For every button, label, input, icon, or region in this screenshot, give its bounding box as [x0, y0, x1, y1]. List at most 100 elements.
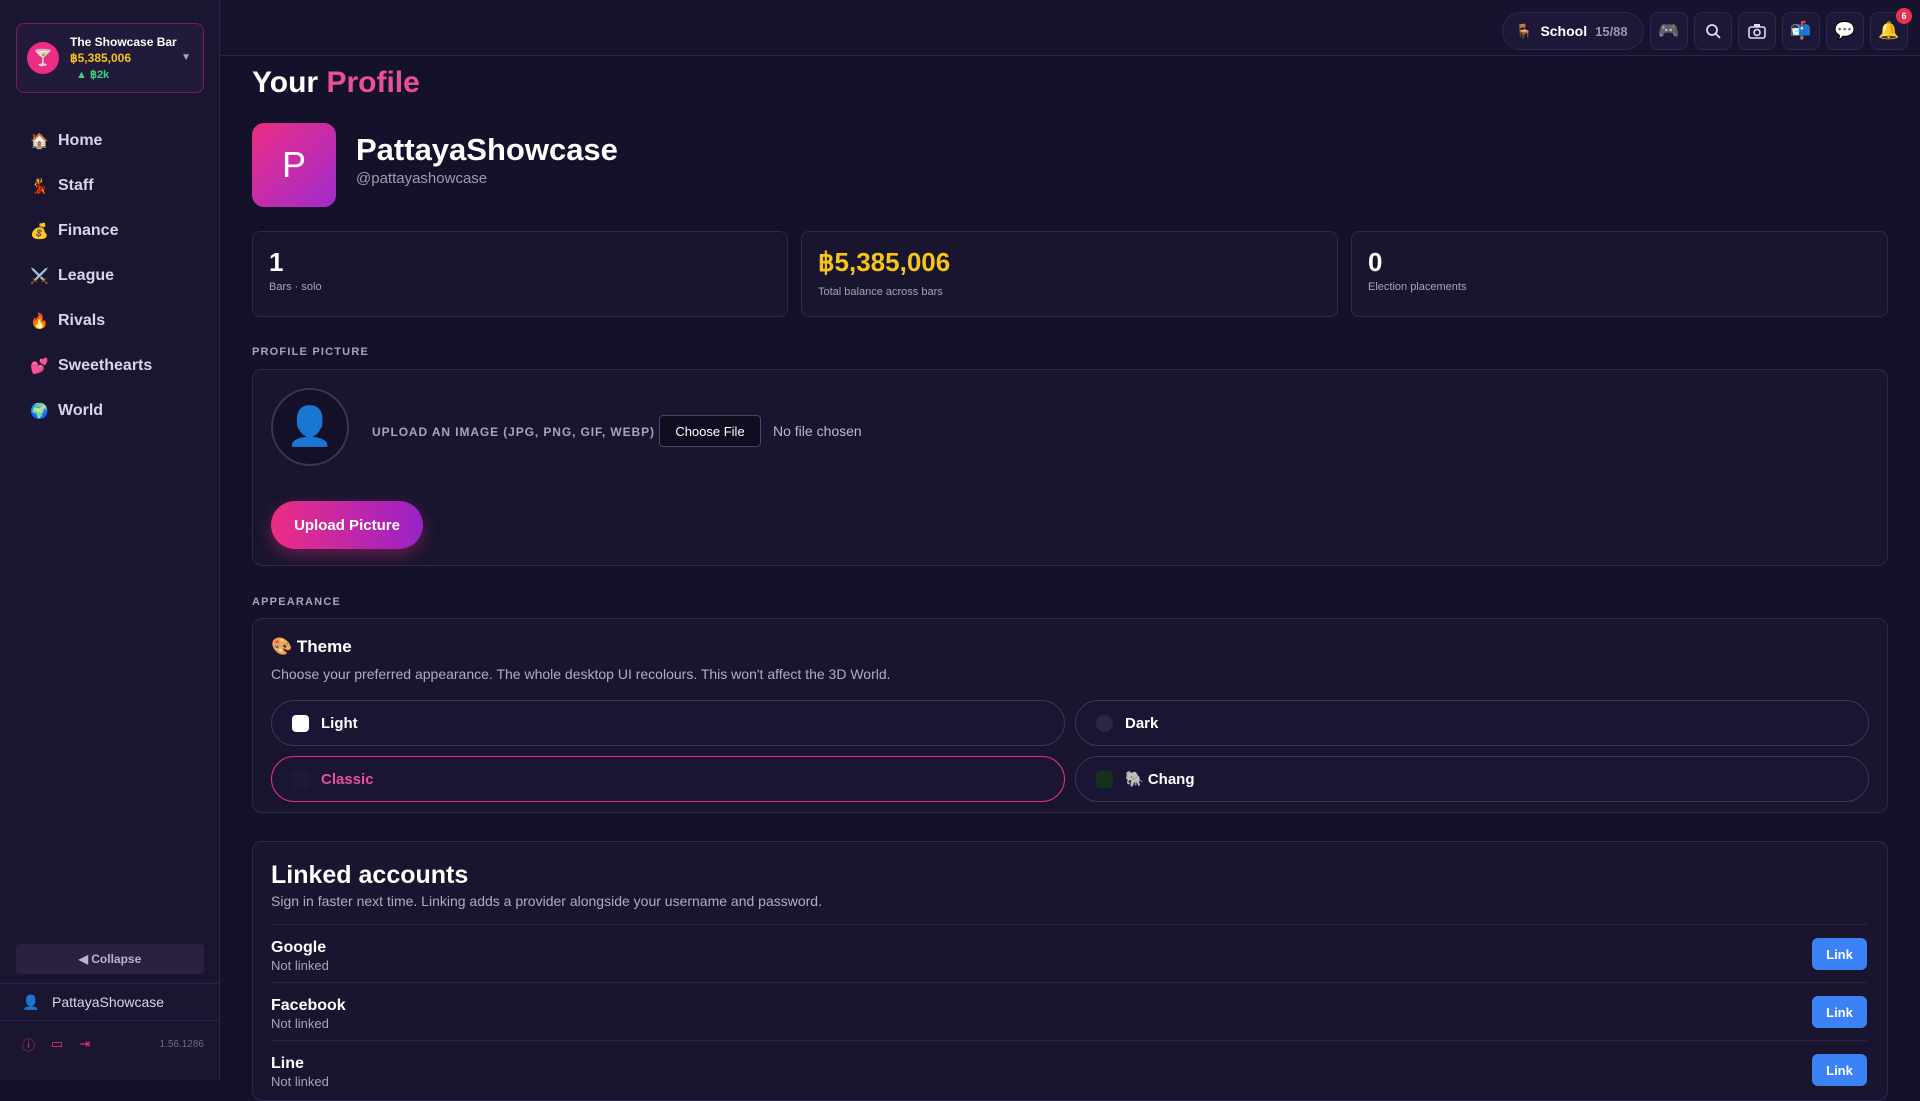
globe-icon: 🌍	[30, 402, 49, 420]
theme-option-label: Classic	[321, 770, 374, 788]
page-title-prefix: Your	[252, 66, 319, 99]
school-button[interactable]: 🪑 School 15/88	[1502, 12, 1644, 50]
sidebar-item-label: Sweethearts	[58, 356, 153, 374]
theme-option-classic[interactable]: Classic	[271, 756, 1065, 802]
upload-picture-button[interactable]: Upload Picture	[271, 501, 423, 549]
chat-icon[interactable]: ▭	[51, 1036, 63, 1052]
fire-icon: 🔥	[30, 312, 49, 330]
theme-option-dark[interactable]: Dark	[1075, 700, 1869, 746]
sidebar-item-finance[interactable]: 💰 Finance	[0, 208, 220, 253]
link-facebook-button[interactable]: Link	[1812, 996, 1867, 1028]
stat-value: 1	[269, 247, 284, 277]
sidebar-item-label: Staff	[58, 176, 94, 194]
school-label: School	[1540, 23, 1588, 39]
linked-accounts-card: Linked accounts Sign in faster next time…	[252, 841, 1888, 1101]
file-status: No file chosen	[773, 423, 862, 439]
sidebar-item-label: Rivals	[58, 311, 106, 329]
bar-name: The Showcase Bar	[70, 35, 177, 49]
bar-delta: ▲ ฿2k	[76, 69, 110, 81]
home-icon: 🏠	[30, 132, 49, 150]
provider-status: Not linked	[271, 1016, 329, 1031]
speech-bubble-icon[interactable]: 💬	[1826, 12, 1864, 50]
gamepad-icon[interactable]: 🎮	[1650, 12, 1688, 50]
page-title-accent: Profile	[326, 66, 420, 99]
page-title: Your Profile	[252, 66, 420, 100]
chair-icon: 🪑	[1515, 22, 1533, 39]
provider-name: Google	[271, 939, 327, 956]
theme-swatch	[1096, 770, 1113, 788]
upload-label: UPLOAD AN IMAGE (JPG, PNG, GIF, WEBP)	[372, 425, 655, 439]
user-icon: 👤	[22, 993, 40, 1010]
theme-title: 🎨 Theme	[271, 637, 352, 656]
chevron-down-icon: ▼	[181, 52, 191, 63]
help-icon[interactable]: ⓘ	[22, 1035, 35, 1054]
provider-name: Line	[271, 1055, 304, 1072]
section-label-appearance: APPEARANCE	[252, 596, 342, 608]
money-bag-icon: 💰	[30, 222, 49, 240]
sidebar-item-league[interactable]: ⚔️ League	[0, 253, 220, 298]
link-line-button[interactable]: Link	[1812, 1054, 1867, 1086]
provider-row-facebook: Facebook Not linked Link	[271, 982, 1867, 1040]
sidebar-footer: ⓘ ▭ ⇥ 1.56.1286	[22, 1035, 204, 1053]
school-count: 15/88	[1595, 23, 1628, 39]
provider-row-google: Google Not linked Link	[271, 924, 1867, 982]
logout-icon[interactable]: ⇥	[79, 1036, 90, 1052]
sidebar-item-rivals[interactable]: 🔥 Rivals	[0, 298, 220, 343]
bell-icon[interactable]: 🔔 6	[1870, 8, 1912, 50]
stat-card-elections: 0 Election placements	[1351, 231, 1888, 317]
stat-value: 0	[1368, 247, 1383, 277]
profile-name: PattayaShowcase	[356, 132, 618, 167]
stat-value: ฿5,385,006	[818, 247, 951, 277]
theme-swatch	[292, 770, 309, 788]
linked-accounts-title: Linked accounts	[271, 861, 469, 889]
collapse-button[interactable]: ◀ Collapse	[16, 944, 204, 974]
sidebar-user[interactable]: 👤 PattayaShowcase	[0, 983, 220, 1021]
linked-accounts-description: Sign in faster next time. Linking adds a…	[271, 893, 822, 909]
topbar: 🪑 School 15/88 🎮 📬 💬 🔔 6	[220, 0, 1920, 56]
stat-label: Bars · solo	[269, 281, 322, 293]
theme-swatch	[292, 714, 309, 732]
stat-card-balance: ฿5,385,006 Total balance across bars	[801, 231, 1338, 317]
version-label: 1.56.1286	[159, 1038, 205, 1050]
provider-status: Not linked	[271, 958, 329, 973]
bar-balance: ฿5,385,006	[70, 51, 132, 65]
hearts-icon: 💕	[30, 357, 49, 375]
sidebar-username: PattayaShowcase	[52, 994, 165, 1010]
stat-card-bars: 1 Bars · solo	[252, 231, 788, 317]
provider-row-line: Line Not linked Link	[271, 1040, 1867, 1098]
section-label-profile-picture: PROFILE PICTURE	[252, 346, 370, 358]
theme-option-light[interactable]: Light	[271, 700, 1065, 746]
sidebar-item-world[interactable]: 🌍 World	[0, 388, 220, 433]
theme-option-label: 🐘 Chang	[1125, 771, 1195, 788]
stat-label: Total balance across bars	[818, 286, 943, 298]
sidebar: 🍸 The Showcase Bar ฿5,385,006 ▲ ฿2k ▼ 🏠 H…	[0, 0, 220, 1080]
stat-label: Election placements	[1368, 281, 1467, 293]
user-placeholder-icon: 👤	[271, 388, 349, 466]
theme-option-label: Dark	[1125, 714, 1159, 732]
avatar: P	[252, 123, 336, 207]
sidebar-item-label: World	[58, 401, 104, 419]
theme-card: 🎨 Theme Choose your preferred appearance…	[252, 618, 1888, 813]
link-google-button[interactable]: Link	[1812, 938, 1867, 970]
sidebar-item-staff[interactable]: 💃 Staff	[0, 163, 220, 208]
crossed-swords-icon: ⚔️	[30, 267, 49, 285]
theme-option-chang[interactable]: 🐘 Chang	[1075, 756, 1869, 802]
provider-status: Not linked	[271, 1074, 329, 1089]
theme-option-label: Light	[321, 714, 358, 732]
theme-description: Choose your preferred appearance. The wh…	[271, 666, 891, 682]
search-icon[interactable]	[1694, 12, 1732, 50]
bar-switcher[interactable]: 🍸 The Showcase Bar ฿5,385,006 ▲ ฿2k ▼	[16, 23, 204, 93]
mailbox-icon[interactable]: 📬	[1782, 12, 1820, 50]
sidebar-item-label: Finance	[58, 221, 119, 239]
sidebar-item-home[interactable]: 🏠 Home	[0, 118, 220, 163]
profile-picture-card: 👤 UPLOAD AN IMAGE (JPG, PNG, GIF, WEBP) …	[252, 369, 1888, 566]
provider-name: Facebook	[271, 997, 346, 1014]
camera-icon[interactable]	[1738, 12, 1776, 50]
profile-handle: @pattayashowcase	[356, 170, 488, 187]
dancer-icon: 💃	[30, 177, 49, 195]
cocktail-icon: 🍸	[27, 42, 59, 74]
notification-badge: 6	[1896, 8, 1912, 24]
sidebar-item-label: League	[58, 266, 115, 284]
choose-file-button[interactable]: Choose File	[659, 415, 761, 447]
sidebar-item-sweethearts[interactable]: 💕 Sweethearts	[0, 343, 220, 388]
